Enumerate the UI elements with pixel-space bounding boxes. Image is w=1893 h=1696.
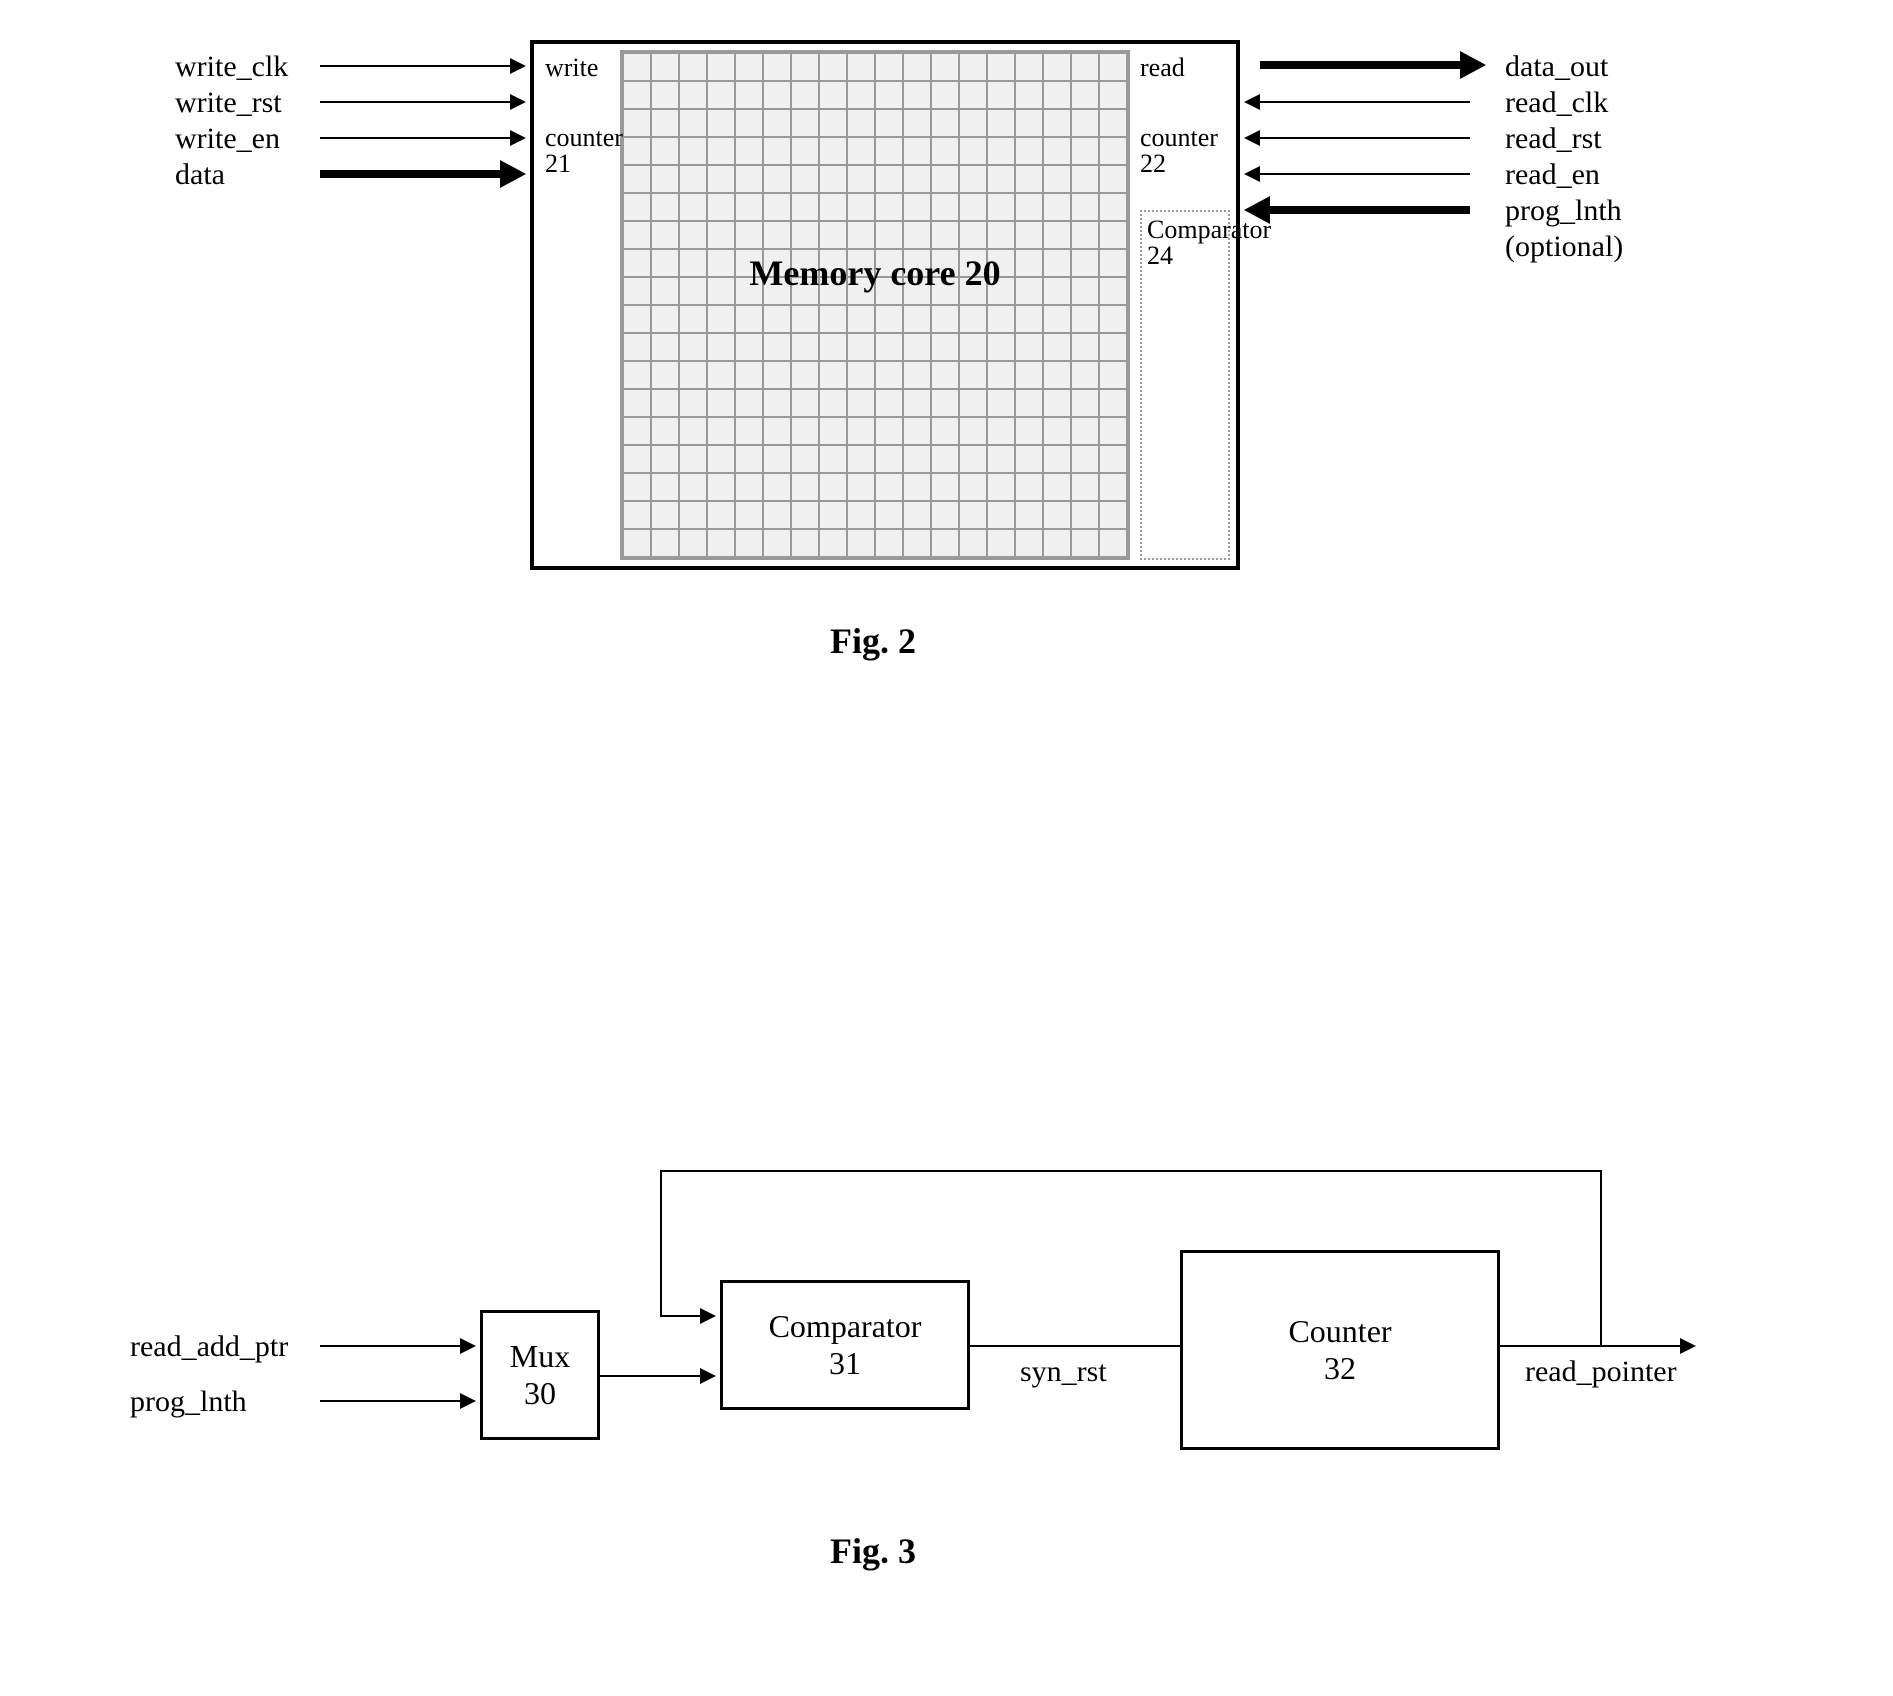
- write-block-label: write: [545, 55, 615, 81]
- feedback-into-comp-head: [700, 1308, 716, 1324]
- label-read-clk: read_clk: [1505, 86, 1608, 120]
- arrow-write-clk-line: [320, 65, 510, 67]
- arrow-read-en-line: [1260, 173, 1470, 175]
- arrow-read-rst-line: [1260, 137, 1470, 139]
- feedback-hline: [660, 1170, 1600, 1172]
- label-prog-lnth-note: (optional): [1505, 230, 1623, 264]
- fig3-diagram: read_add_ptr prog_lnth Mux 30 Comparator…: [0, 1150, 1893, 1650]
- arrow-read-pointer-line: [1500, 1345, 1680, 1347]
- arrow-prog-lnth-f3-line: [320, 1400, 460, 1402]
- read-block-label: read: [1140, 55, 1210, 81]
- fig3-caption: Fig. 3: [830, 1530, 916, 1572]
- comparator-block: Comparator 24: [1140, 210, 1230, 560]
- label-read-add-ptr: read_add_ptr: [130, 1330, 288, 1364]
- memory-core-label: Memory core 20: [622, 252, 1128, 294]
- label-write-en: write_en: [175, 122, 280, 156]
- arrow-syn-rst-line: [970, 1345, 1180, 1347]
- arrow-write-en-line: [320, 137, 510, 139]
- label-prog-lnth-f3: prog_lnth: [130, 1385, 247, 1419]
- arrow-prog-lnth-f3-head: [460, 1393, 476, 1409]
- arrow-read-rst-head: [1244, 130, 1260, 146]
- counter-label: Counter: [1288, 1313, 1391, 1350]
- arrow-write-en-head: [510, 130, 526, 146]
- arrow-read-add-ptr-head: [460, 1338, 476, 1354]
- arrow-mux-comp-head: [700, 1368, 716, 1384]
- arrow-data-out-line: [1260, 61, 1460, 69]
- read-counter-label: counter 22: [1140, 125, 1210, 177]
- fig2-caption: Fig. 2: [830, 620, 916, 662]
- comparator-block-f3: Comparator 31: [720, 1280, 970, 1410]
- label-read-pointer: read_pointer: [1525, 1355, 1677, 1389]
- comparator-label: Comparator: [769, 1308, 922, 1345]
- arrow-data-out-head: [1460, 51, 1486, 79]
- arrow-prog-lnth-line: [1270, 206, 1470, 214]
- label-data-out: data_out: [1505, 50, 1608, 84]
- arrow-data-head: [500, 160, 526, 188]
- arrow-write-rst-line: [320, 101, 510, 103]
- label-data: data: [175, 158, 225, 192]
- arrow-data-line: [320, 170, 500, 178]
- counter-num: 32: [1324, 1350, 1356, 1387]
- feedback-into-comp-line: [660, 1315, 700, 1317]
- label-prog-lnth: prog_lnth: [1505, 194, 1622, 228]
- fig2-diagram: write_clk write_rst write_en data Memory…: [0, 30, 1893, 680]
- label-syn-rst: syn_rst: [1020, 1355, 1107, 1389]
- comparator-num: 31: [829, 1345, 861, 1382]
- write-counter-label: counter 21: [545, 125, 615, 177]
- arrow-read-pointer-head: [1680, 1338, 1696, 1354]
- arrow-prog-lnth-head: [1244, 196, 1270, 224]
- mux-block: Mux 30: [480, 1310, 600, 1440]
- counter-block: Counter 32: [1180, 1250, 1500, 1450]
- arrow-write-clk-head: [510, 58, 526, 74]
- arrow-read-add-ptr-line: [320, 1345, 460, 1347]
- arrow-write-rst-head: [510, 94, 526, 110]
- feedback-vline-right: [1600, 1170, 1602, 1345]
- label-read-en: read_en: [1505, 158, 1600, 192]
- label-write-rst: write_rst: [175, 86, 282, 120]
- label-read-rst: read_rst: [1505, 122, 1602, 156]
- arrow-read-en-head: [1244, 166, 1260, 182]
- memory-core: Memory core 20: [620, 50, 1130, 560]
- mux-num: 30: [524, 1375, 556, 1412]
- arrow-read-clk-head: [1244, 94, 1260, 110]
- mux-label: Mux: [510, 1338, 570, 1375]
- feedback-vline-left: [660, 1170, 662, 1315]
- label-write-clk: write_clk: [175, 50, 288, 84]
- arrow-read-clk-line: [1260, 101, 1470, 103]
- arrow-mux-comp-line: [600, 1375, 700, 1377]
